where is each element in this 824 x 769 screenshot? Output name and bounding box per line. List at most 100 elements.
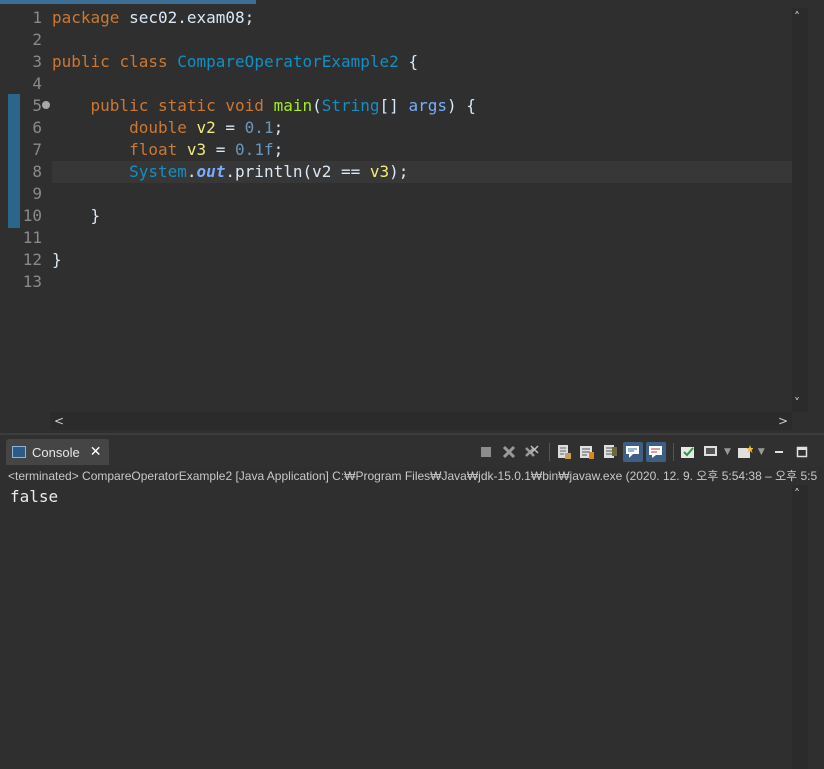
code-token: 0.1f: [235, 140, 274, 159]
line-number: 5: [32, 96, 42, 115]
console-status-line: <terminated> CompareOperatorExample2 [Ja…: [8, 469, 818, 483]
line-number: 12: [22, 250, 42, 269]
scroll-left-icon[interactable]: <: [54, 414, 64, 428]
remove-all-launches-icon[interactable]: [522, 442, 542, 462]
maximize-icon[interactable]: [792, 442, 812, 462]
code-line[interactable]: [52, 227, 792, 249]
show-console-on-error-icon[interactable]: [646, 442, 666, 462]
pin-console-icon[interactable]: [623, 442, 643, 462]
code-line[interactable]: public static void main(String[] args) {: [52, 95, 792, 117]
code-line[interactable]: [52, 271, 792, 293]
line-number: 4: [32, 74, 42, 93]
show-console-on-output-icon[interactable]: [600, 442, 620, 462]
code-line[interactable]: [52, 73, 792, 95]
code-token: (: [312, 96, 322, 115]
code-token: package: [52, 8, 120, 27]
editor-horizontal-scrollbar[interactable]: < >: [50, 412, 792, 430]
code-token: args: [408, 96, 447, 115]
line-number: 2: [32, 30, 42, 49]
code-token: []: [379, 96, 409, 115]
code-token: out: [196, 162, 226, 181]
console-tab-bar: Console ✕ ▼ ▼: [0, 435, 824, 467]
code-token: 0.1: [244, 118, 274, 137]
code-token: v2: [312, 162, 332, 181]
line-number: 9: [32, 184, 42, 203]
code-editor[interactable]: 1 2 3 4 5 6 7 8 9 10 11 12 13 package sec02.exam08; p…: [0, 0, 824, 433]
code-token: v3: [369, 162, 390, 181]
open-console-icon[interactable]: [701, 442, 721, 462]
code-token: String: [321, 96, 380, 115]
scroll-right-icon[interactable]: >: [778, 414, 788, 428]
scroll-lock-icon[interactable]: [554, 442, 574, 462]
code-line[interactable]: }: [52, 249, 792, 271]
tab-console[interactable]: Console ✕: [6, 439, 110, 465]
code-token: System: [129, 162, 187, 181]
code-token: .println(: [225, 162, 313, 181]
code-line[interactable]: }: [52, 205, 792, 227]
chevron-down-icon[interactable]: ▼: [724, 447, 731, 457]
line-number: 8: [32, 162, 42, 181]
line-number: 6: [32, 118, 42, 137]
line-number: 10: [22, 206, 42, 225]
line-number: 1: [32, 8, 42, 27]
scroll-down-icon[interactable]: ˅: [794, 396, 800, 410]
display-selected-console-icon[interactable]: [678, 442, 698, 462]
code-line[interactable]: float v3 = 0.1f;: [52, 139, 792, 161]
code-token: public: [90, 96, 149, 115]
console-vertical-scrollbar[interactable]: ˄: [792, 485, 808, 769]
code-line[interactable]: [52, 183, 792, 205]
chevron-down-icon[interactable]: ▼: [758, 447, 765, 457]
line-number: 11: [22, 228, 42, 247]
tab-console-label: Console: [32, 444, 80, 460]
editor-vertical-scrollbar[interactable]: ˄ ˅: [792, 8, 808, 412]
code-token: static: [157, 96, 216, 115]
line-number: 7: [32, 140, 42, 159]
code-token: v3: [186, 140, 207, 159]
code-token: {: [398, 52, 419, 71]
close-icon[interactable]: ✕: [90, 444, 102, 460]
terminate-icon[interactable]: [476, 442, 496, 462]
code-line[interactable]: System.out.println(v2 == v3);: [52, 161, 792, 183]
toolbar-separator: [673, 443, 674, 461]
code-token: ) {: [446, 96, 476, 115]
code-token: void: [225, 96, 264, 115]
code-token: ==: [331, 162, 370, 181]
code-area[interactable]: package sec02.exam08; public class Compar…: [52, 7, 792, 293]
scroll-up-icon[interactable]: ˄: [794, 10, 800, 24]
code-token: CompareOperatorExample2: [177, 52, 399, 71]
code-token: }: [52, 206, 101, 225]
remove-launch-icon[interactable]: [499, 442, 519, 462]
code-token: ;: [273, 140, 284, 159]
code-token: .: [186, 162, 197, 181]
console-icon: [12, 446, 26, 458]
scroll-up-icon[interactable]: ˄: [794, 487, 800, 501]
word-wrap-icon[interactable]: [577, 442, 597, 462]
code-token: double: [129, 118, 187, 137]
code-token: ;: [273, 118, 284, 137]
console-output-text[interactable]: false: [10, 487, 58, 507]
code-line[interactable]: package sec02.exam08;: [52, 7, 792, 29]
code-token: sec02.exam08;: [119, 8, 255, 27]
console-toolbar: ▼ ▼: [476, 441, 815, 463]
code-line[interactable]: double v2 = 0.1;: [52, 117, 792, 139]
code-line[interactable]: public class CompareOperatorExample2 {: [52, 51, 792, 73]
code-token: =: [215, 118, 245, 137]
fold-collapse-icon[interactable]: [42, 101, 50, 109]
code-line[interactable]: [52, 29, 792, 51]
code-token: float: [129, 140, 178, 159]
console-panel: Console ✕ ▼ ▼ <terminated> CompareOperat…: [0, 433, 824, 769]
line-number: 13: [22, 272, 42, 291]
minimize-icon[interactable]: [769, 442, 789, 462]
new-console-icon[interactable]: [735, 442, 755, 462]
code-token: =: [206, 140, 236, 159]
